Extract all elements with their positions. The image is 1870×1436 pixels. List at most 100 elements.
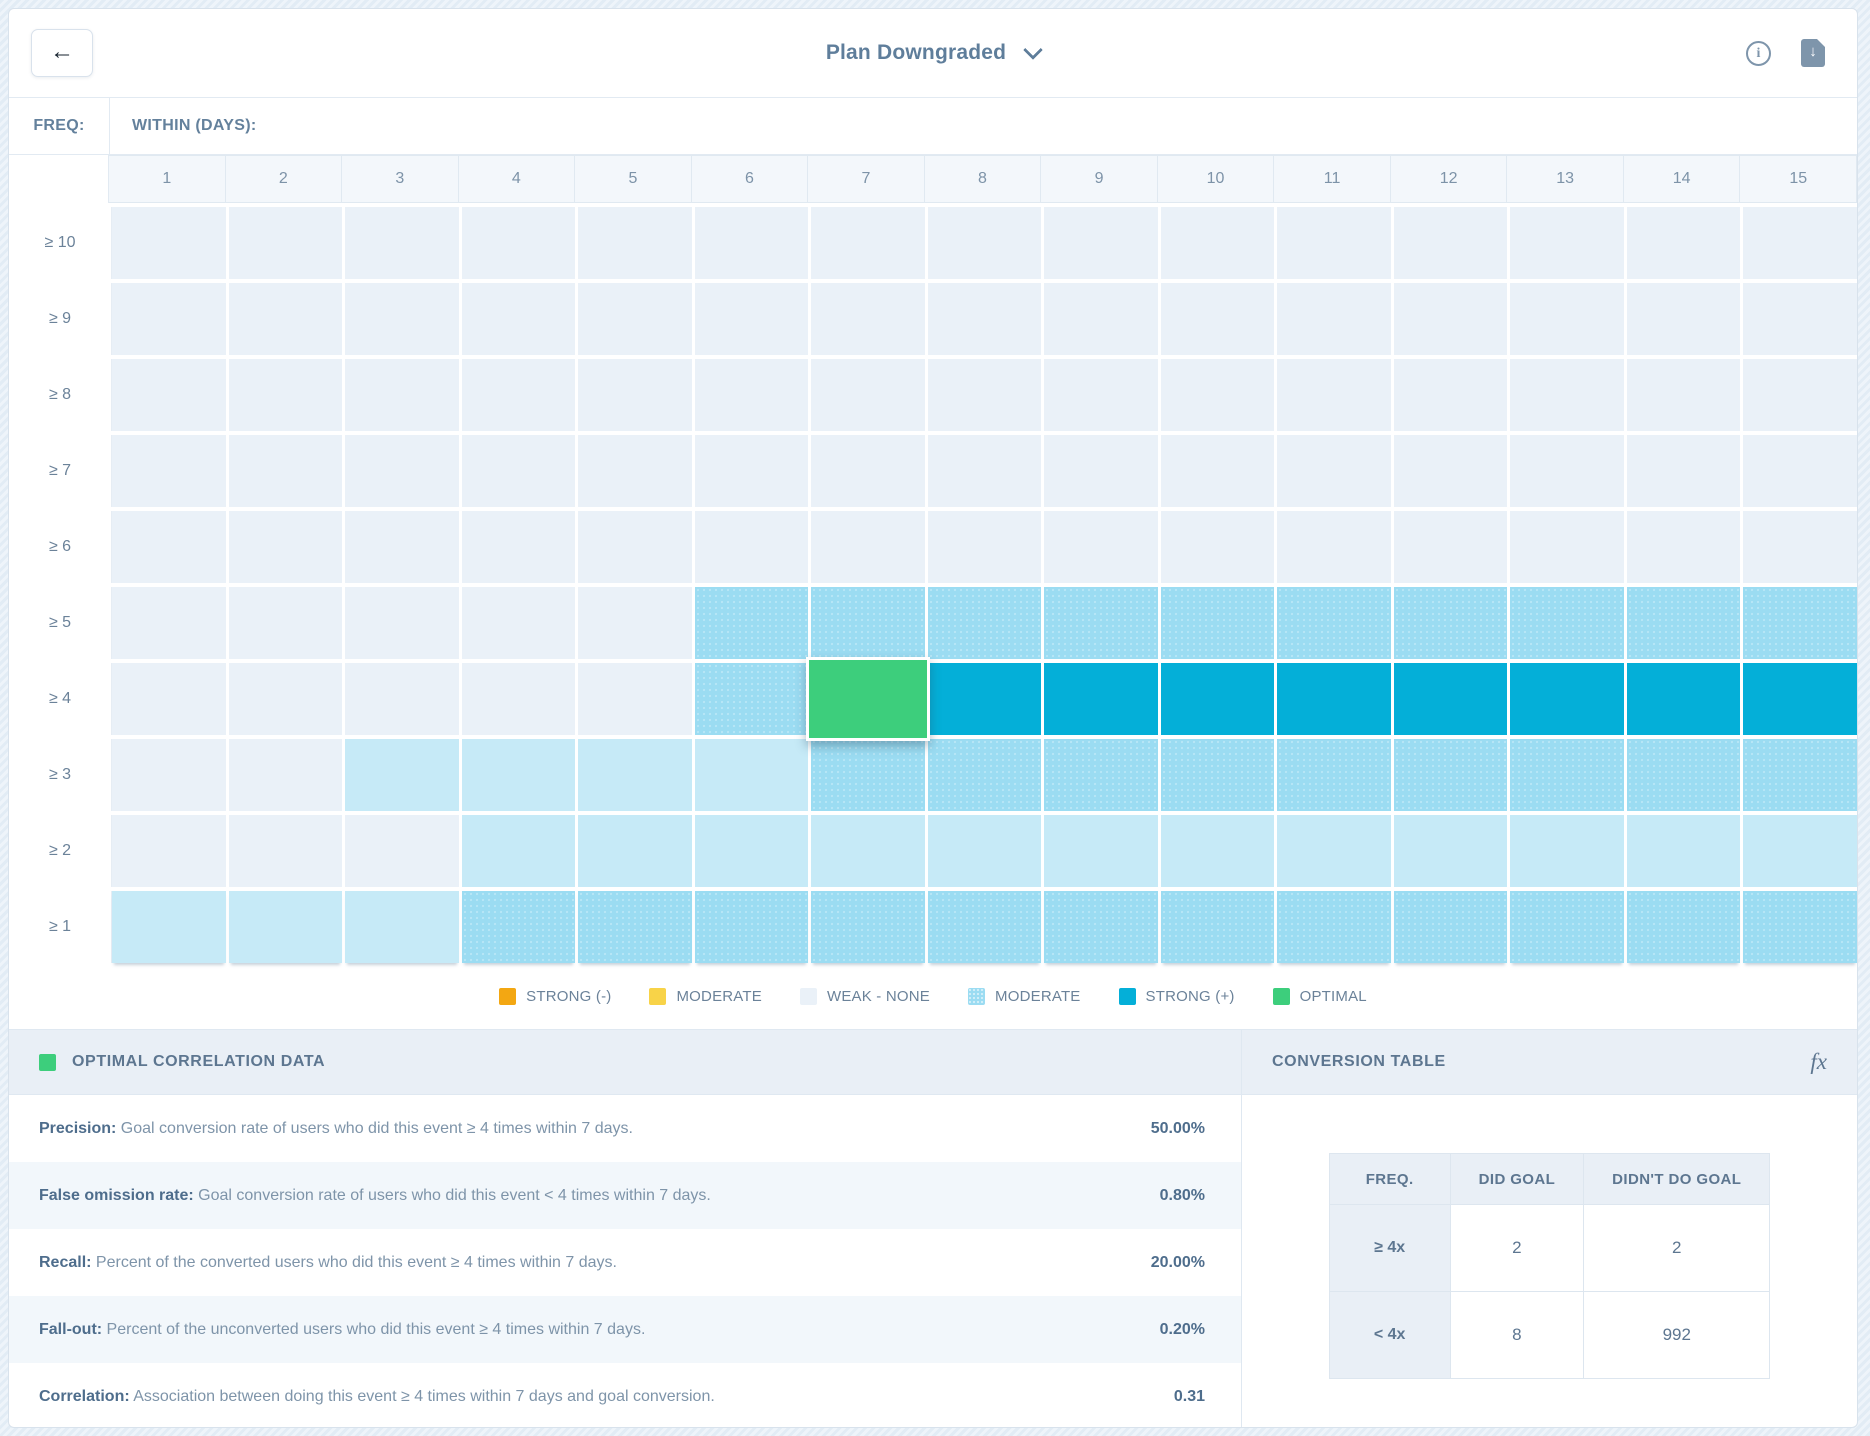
heatmap-cell[interactable] <box>695 511 809 583</box>
heatmap-cell[interactable] <box>1277 891 1391 963</box>
heatmap-cell[interactable] <box>1510 511 1624 583</box>
heatmap-cell[interactable] <box>1277 435 1391 507</box>
heatmap-cell[interactable] <box>1743 359 1857 431</box>
heatmap-cell[interactable] <box>229 815 343 887</box>
heatmap-cell[interactable] <box>928 207 1042 279</box>
heatmap-cell[interactable] <box>695 587 809 659</box>
heatmap-cell[interactable] <box>928 663 1042 735</box>
heatmap-cell[interactable] <box>112 511 226 583</box>
heatmap-cell[interactable] <box>1044 739 1158 811</box>
heatmap-cell[interactable] <box>928 891 1042 963</box>
heatmap-cell[interactable] <box>345 283 459 355</box>
heatmap-cell[interactable] <box>578 739 692 811</box>
heatmap-cell[interactable] <box>112 891 226 963</box>
heatmap-cell[interactable] <box>811 815 925 887</box>
heatmap-cell[interactable] <box>1277 739 1391 811</box>
heatmap-cell[interactable] <box>462 511 576 583</box>
heatmap-cell[interactable] <box>1743 739 1857 811</box>
heatmap-cell[interactable] <box>462 587 576 659</box>
info-icon[interactable]: i <box>1746 41 1771 66</box>
heatmap-cell[interactable] <box>229 663 343 735</box>
heatmap-cell[interactable] <box>1161 435 1275 507</box>
heatmap-cell[interactable] <box>1743 511 1857 583</box>
heatmap-cell[interactable] <box>578 359 692 431</box>
heatmap-cell[interactable] <box>1627 207 1741 279</box>
heatmap-cell[interactable] <box>1277 663 1391 735</box>
heatmap-cell[interactable] <box>928 511 1042 583</box>
heatmap-cell[interactable] <box>1394 739 1508 811</box>
heatmap-cell[interactable] <box>1743 587 1857 659</box>
heatmap-cell[interactable] <box>1044 587 1158 659</box>
heatmap-cell[interactable] <box>1277 815 1391 887</box>
heatmap-cell[interactable] <box>1044 815 1158 887</box>
heatmap-cell[interactable] <box>345 207 459 279</box>
heatmap-cell[interactable] <box>112 359 226 431</box>
heatmap-cell[interactable] <box>229 891 343 963</box>
heatmap-cell[interactable] <box>578 511 692 583</box>
heatmap-cell[interactable] <box>229 359 343 431</box>
heatmap-cell[interactable] <box>1394 663 1508 735</box>
heatmap-cell[interactable] <box>1277 207 1391 279</box>
heatmap-cell[interactable] <box>1044 891 1158 963</box>
heatmap-cell[interactable] <box>1044 663 1158 735</box>
heatmap-cell[interactable] <box>229 435 343 507</box>
heatmap-cell[interactable] <box>928 815 1042 887</box>
heatmap-cell[interactable] <box>1277 359 1391 431</box>
heatmap-cell[interactable] <box>112 435 226 507</box>
formula-fx-icon[interactable]: fx <box>1810 1049 1827 1075</box>
heatmap-cell[interactable] <box>345 511 459 583</box>
heatmap-cell[interactable] <box>462 891 576 963</box>
heatmap-cell[interactable] <box>1743 663 1857 735</box>
heatmap-cell[interactable] <box>1743 435 1857 507</box>
heatmap-cell[interactable] <box>811 511 925 583</box>
heatmap-cell[interactable] <box>1161 663 1275 735</box>
heatmap-cell[interactable] <box>578 207 692 279</box>
download-icon[interactable] <box>1801 39 1825 67</box>
heatmap-cell[interactable] <box>928 587 1042 659</box>
heatmap-cell[interactable] <box>695 739 809 811</box>
heatmap-cell[interactable] <box>1510 435 1624 507</box>
heatmap-cell[interactable] <box>112 815 226 887</box>
heatmap-cell[interactable] <box>1627 663 1741 735</box>
heatmap-cell[interactable] <box>345 435 459 507</box>
heatmap-cell[interactable] <box>1044 207 1158 279</box>
heatmap-cell[interactable] <box>112 739 226 811</box>
heatmap-cell[interactable] <box>1394 283 1508 355</box>
heatmap-cell[interactable] <box>1394 587 1508 659</box>
heatmap-cell[interactable] <box>811 739 925 811</box>
heatmap-cell[interactable] <box>1510 815 1624 887</box>
heatmap-cell[interactable] <box>1394 207 1508 279</box>
heatmap-cell[interactable] <box>1627 283 1741 355</box>
heatmap-cell[interactable] <box>345 891 459 963</box>
heatmap-cell[interactable] <box>112 207 226 279</box>
heatmap-cell[interactable] <box>1161 815 1275 887</box>
heatmap-cell[interactable] <box>1510 663 1624 735</box>
heatmap-cell[interactable] <box>928 359 1042 431</box>
heatmap-cell[interactable] <box>1161 587 1275 659</box>
heatmap-cell[interactable] <box>345 739 459 811</box>
heatmap-cell[interactable] <box>695 283 809 355</box>
heatmap-cell[interactable] <box>811 891 925 963</box>
heatmap-cell[interactable] <box>1277 511 1391 583</box>
event-selector[interactable]: Plan Downgraded <box>826 41 1040 65</box>
heatmap-cell[interactable] <box>1394 815 1508 887</box>
heatmap-cell[interactable] <box>1277 283 1391 355</box>
heatmap-cell[interactable] <box>695 815 809 887</box>
heatmap-cell[interactable] <box>578 435 692 507</box>
heatmap-cell[interactable] <box>695 359 809 431</box>
back-button[interactable]: ← <box>31 29 93 77</box>
heatmap-cell[interactable] <box>1044 283 1158 355</box>
heatmap-cell[interactable] <box>811 359 925 431</box>
heatmap-cell[interactable] <box>695 435 809 507</box>
heatmap-cell[interactable] <box>1161 283 1275 355</box>
heatmap-cell[interactable] <box>1627 815 1741 887</box>
heatmap-cell[interactable] <box>695 207 809 279</box>
heatmap-cell[interactable] <box>1161 739 1275 811</box>
heatmap-cell[interactable] <box>578 663 692 735</box>
heatmap-cell[interactable] <box>462 663 576 735</box>
heatmap-cell[interactable] <box>1627 739 1741 811</box>
heatmap-cell[interactable] <box>695 891 809 963</box>
heatmap-cell[interactable] <box>695 663 809 735</box>
heatmap-cell[interactable] <box>462 283 576 355</box>
heatmap-cell[interactable] <box>462 359 576 431</box>
